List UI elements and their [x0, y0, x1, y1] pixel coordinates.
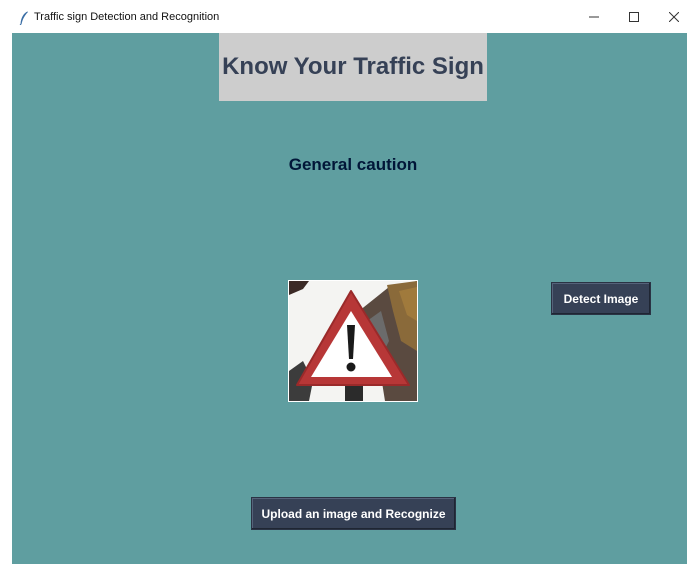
- window-title: Traffic sign Detection and Recognition: [34, 11, 220, 23]
- heading-banner: Know Your Traffic Sign: [219, 33, 487, 101]
- page-title: Know Your Traffic Sign: [222, 53, 484, 80]
- general-caution-sign-icon: [289, 281, 417, 401]
- minimize-button[interactable]: [577, 6, 611, 30]
- result-label: General caution: [288, 155, 418, 174]
- feather-icon: [19, 11, 29, 26]
- uploaded-sign-image: [288, 280, 418, 402]
- minimize-icon: [589, 9, 599, 27]
- maximize-button[interactable]: [617, 6, 651, 30]
- detect-image-button[interactable]: Detect Image: [551, 282, 651, 315]
- close-icon: [668, 9, 680, 27]
- upload-recognize-button[interactable]: Upload an image and Recognize: [251, 497, 456, 530]
- close-button[interactable]: [657, 6, 691, 30]
- app-window: Traffic sign Detection and Recognition K…: [0, 0, 699, 564]
- title-bar: Traffic sign Detection and Recognition: [0, 0, 699, 36]
- app-body: Know Your Traffic Sign General caution D…: [12, 33, 687, 564]
- maximize-icon: [629, 9, 639, 27]
